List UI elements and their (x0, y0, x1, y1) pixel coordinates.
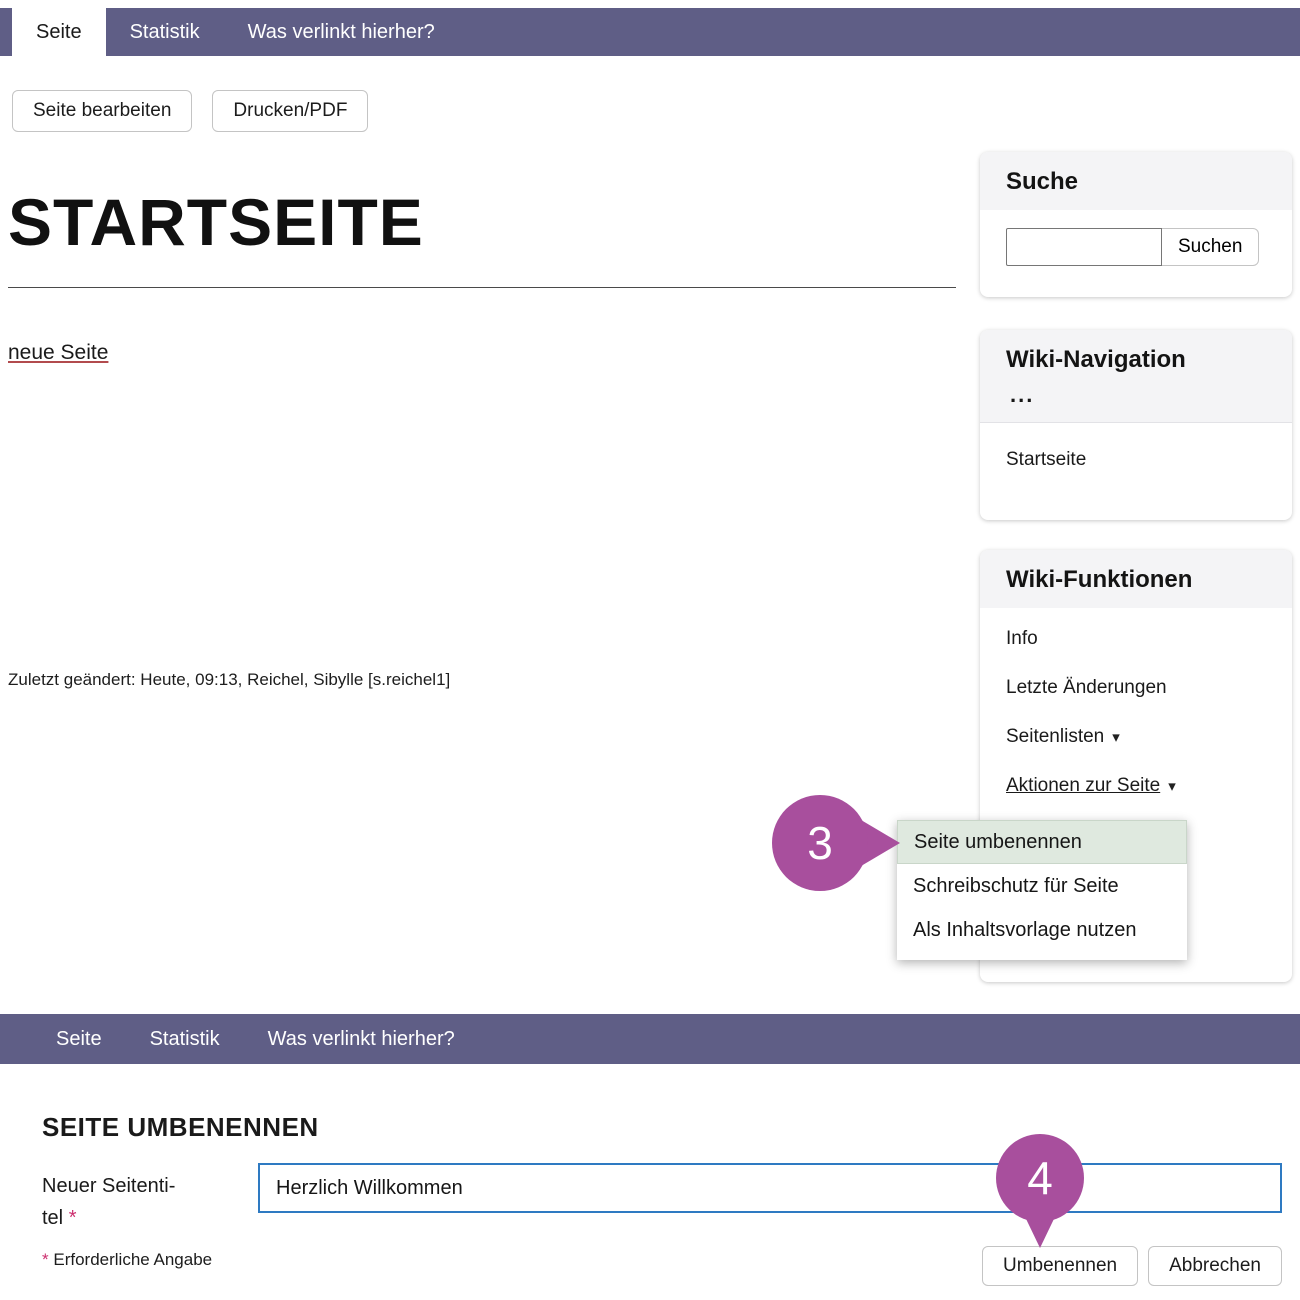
new-title-label-line2: tel (42, 1207, 63, 1229)
edit-page-button[interactable]: Seite bearbeiten (12, 90, 192, 132)
wiki-navigation-title: Wiki-Navigation (1006, 346, 1266, 374)
search-panel-title: Suche (1006, 168, 1266, 196)
caret-down-icon: ▾ (1112, 728, 1120, 746)
search-panel-header: Suche (980, 152, 1292, 210)
page-title: STARTSEITE (8, 184, 424, 260)
rename-submit-button[interactable]: Umbenennen (982, 1246, 1138, 1286)
tab-statistik[interactable]: Statistik (106, 8, 224, 56)
bottom-tab-bar: Seite Statistik Was verlinkt hierher? (0, 1014, 1300, 1064)
page-action-toolbar: Seite bearbeiten Drucken/PDF (12, 90, 368, 132)
required-asterisk: * (69, 1207, 77, 1229)
print-pdf-button[interactable]: Drucken/PDF (212, 90, 368, 132)
required-asterisk: * (42, 1250, 49, 1269)
function-item-info[interactable]: Info (1006, 628, 1266, 650)
tab-seite[interactable]: Seite (12, 8, 106, 56)
caret-down-icon: ▾ (1168, 777, 1176, 795)
search-button[interactable]: Suchen (1162, 228, 1259, 266)
tab-statistik[interactable]: Statistik (126, 1014, 244, 1064)
menu-item-seite-umbenennen[interactable]: Seite umbenennen (897, 820, 1187, 864)
function-item-label: Seitenlisten (1006, 726, 1104, 748)
navigation-ellipsis[interactable]: ... (980, 374, 1292, 422)
wiki-page-link-neue-seite[interactable]: neue Seite (8, 341, 108, 365)
function-item-seitenlisten[interactable]: Seitenlisten ▾ (1006, 726, 1266, 748)
search-panel: Suche Suchen (980, 152, 1292, 297)
menu-item-schreibschutz[interactable]: Schreibschutz für Seite (897, 864, 1187, 908)
tab-seite[interactable]: Seite (32, 1014, 126, 1064)
title-divider (8, 287, 956, 288)
function-item-aktionen-zur-seite[interactable]: Aktionen zur Seite ▾ (1006, 775, 1266, 797)
search-row: Suchen (980, 210, 1292, 284)
step-3-callout: 3 (772, 795, 868, 891)
function-item-letzte-aenderungen[interactable]: Letzte Änderungen (1006, 677, 1266, 699)
required-note-text: Erforderliche Angabe (53, 1250, 212, 1269)
function-item-label: Letzte Änderungen (1006, 677, 1167, 699)
last-modified-text: Zuletzt geändert: Heute, 09:13, Reichel,… (8, 670, 450, 690)
top-tab-bar: Seite Statistik Was verlinkt hierher? (0, 8, 1300, 56)
function-item-label: Aktionen zur Seite (1006, 775, 1160, 797)
tab-was-verlinkt-hierher[interactable]: Was verlinkt hierher? (244, 1014, 479, 1064)
search-input[interactable] (1006, 228, 1162, 266)
rename-form-heading: SEITE UMBENENNEN (42, 1112, 319, 1143)
new-title-label-line1: Neuer Seitenti- (42, 1175, 175, 1197)
wiki-navigation-header: Wiki-Navigation (980, 330, 1292, 374)
new-page-title-input[interactable] (258, 1163, 1282, 1213)
wiki-functions-header: Wiki-Funktionen (980, 550, 1292, 608)
tab-was-verlinkt-hierher[interactable]: Was verlinkt hierher? (224, 8, 459, 56)
nav-link-startseite[interactable]: Startseite (1006, 449, 1086, 470)
rename-cancel-button[interactable]: Abbrechen (1148, 1246, 1282, 1286)
wiki-navigation-panel: Wiki-Navigation ... Startseite (980, 330, 1292, 520)
wiki-functions-title: Wiki-Funktionen (1006, 566, 1266, 594)
step-4-callout: 4 (996, 1134, 1084, 1222)
function-item-label: Info (1006, 628, 1038, 650)
required-note: * Erforderliche Angabe (42, 1250, 212, 1270)
form-buttons: Umbenennen Abbrechen (982, 1246, 1282, 1286)
wiki-functions-body: Info Letzte Änderungen Seitenlisten ▾ Ak… (980, 608, 1292, 817)
page-actions-dropdown: Seite umbenennen Schreibschutz für Seite… (897, 820, 1187, 960)
menu-item-inhaltsvorlage[interactable]: Als Inhaltsvorlage nutzen (897, 908, 1187, 952)
new-title-label: Neuer Seitenti- tel * (42, 1170, 242, 1234)
wiki-navigation-body: Startseite (980, 422, 1292, 497)
